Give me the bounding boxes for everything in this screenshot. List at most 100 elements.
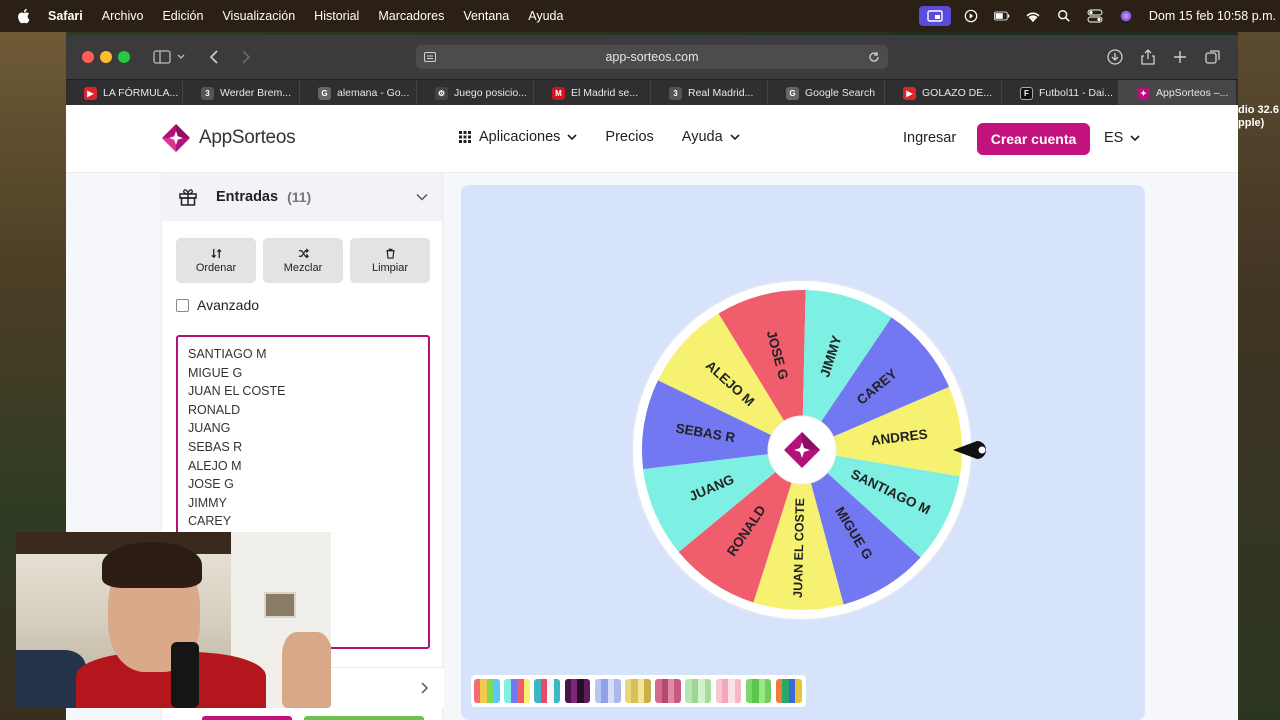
menu-app-name[interactable]: Safari xyxy=(48,9,83,23)
menu-edicion[interactable]: Edición xyxy=(162,9,203,23)
palette-swatch[interactable] xyxy=(594,679,621,703)
palette-swatch[interactable] xyxy=(685,679,712,703)
forward-icon[interactable] xyxy=(238,47,254,67)
entries-actions: Ordenar Mezclar Limpiar xyxy=(176,238,437,283)
sidebar-toggle-icon[interactable] xyxy=(152,47,186,67)
entry-line: JIMMY xyxy=(188,495,227,510)
gift-icon xyxy=(179,189,197,206)
green-button-edge[interactable] xyxy=(304,716,424,720)
macos-menubar: Safari Archivo Edición Visualización His… xyxy=(0,0,1280,32)
entry-line: JUAN EL COSTE xyxy=(188,384,286,399)
language-selector[interactable]: ES xyxy=(1104,130,1140,146)
url-text[interactable]: app-sorteos.com xyxy=(605,50,698,64)
close-window-button[interactable] xyxy=(82,51,94,63)
browser-tab[interactable]: G Google Search xyxy=(768,80,885,106)
grid-icon xyxy=(459,131,471,143)
back-icon[interactable] xyxy=(206,47,222,67)
browser-tab[interactable]: 3 Werder Brem... xyxy=(183,80,300,106)
sort-button[interactable]: Ordenar xyxy=(176,238,256,283)
page-menu-icon[interactable] xyxy=(424,52,436,62)
search-icon[interactable] xyxy=(1056,9,1072,23)
apple-icon[interactable] xyxy=(16,8,34,24)
nav-precios[interactable]: Precios xyxy=(605,129,653,145)
wifi-icon[interactable] xyxy=(1025,9,1041,23)
entry-line: JOSE G xyxy=(188,477,234,492)
tab-label: El Madrid se... xyxy=(571,87,639,99)
browser-tab[interactable]: Galemana - Go... xyxy=(300,80,417,106)
palette-swatch[interactable] xyxy=(715,679,742,703)
spin-wheel[interactable]: ANDRESSANTIAGO MMIGUE GJUAN EL COSTERONA… xyxy=(631,279,973,621)
browser-tab[interactable]: F Futbol11 - Dai... xyxy=(1002,80,1119,106)
palette-swatch[interactable] xyxy=(474,679,500,703)
entries-panel-header[interactable]: Entradas (11) xyxy=(162,173,442,221)
palette-swatch[interactable] xyxy=(534,679,561,703)
nav-aplicaciones[interactable]: Aplicaciones xyxy=(459,129,577,145)
pink-button-edge[interactable] xyxy=(202,716,292,720)
wheel-area: ANDRES SANTIAGO M MIGUE G JUAN EL COSTE RONA… xyxy=(461,185,1145,720)
tab-label: Real Madrid... xyxy=(688,87,754,99)
battery-icon[interactable] xyxy=(993,9,1010,23)
address-bar[interactable]: app-sorteos.com xyxy=(416,45,888,69)
palette-swatch[interactable] xyxy=(564,679,591,703)
zoom-window-button[interactable] xyxy=(118,51,130,63)
palette-color-stripe xyxy=(795,679,802,703)
browser-tab[interactable]: ⚙ Juego posicio... xyxy=(417,80,534,106)
entry-line: SEBAS R xyxy=(188,439,243,454)
palette-swatch[interactable] xyxy=(504,679,530,703)
browser-tab-active[interactable]: ✦ AppSorteos –... xyxy=(1119,80,1236,106)
share-icon[interactable] xyxy=(1139,47,1157,67)
browser-tab[interactable]: ▶ GOLAZO DE... xyxy=(885,80,1002,106)
palette-color-stripe xyxy=(583,679,591,703)
signup-button[interactable]: Crear cuenta xyxy=(977,123,1090,155)
microphone xyxy=(171,642,199,708)
sort-label: Ordenar xyxy=(195,261,237,274)
palette-swatch[interactable] xyxy=(745,679,772,703)
screen-recording-icon[interactable] xyxy=(918,6,951,26)
palette-swatch[interactable] xyxy=(624,679,651,703)
entry-line: ALEJO M xyxy=(188,458,242,473)
menu-ayuda[interactable]: Ayuda xyxy=(528,9,563,23)
menu-historial[interactable]: Historial xyxy=(314,9,359,23)
shuffle-button[interactable]: Mezclar xyxy=(263,238,343,283)
control-center-icon[interactable] xyxy=(1087,9,1103,23)
palette-swatch[interactable] xyxy=(775,679,802,703)
clear-button[interactable]: Limpiar xyxy=(350,238,430,283)
tab-label: AppSorteos –... xyxy=(1156,87,1229,99)
advanced-checkbox[interactable] xyxy=(176,298,189,312)
new-tab-icon[interactable] xyxy=(1172,47,1188,67)
desktop-widget-text: dio 32.6 pple) xyxy=(1238,104,1280,130)
color-palette xyxy=(471,675,806,707)
tab-overview-icon[interactable] xyxy=(1204,47,1222,67)
siri-icon[interactable] xyxy=(1118,9,1134,23)
menu-marcadores[interactable]: Marcadores xyxy=(378,9,444,23)
chevron-right-icon xyxy=(421,682,429,694)
browser-tab[interactable]: 3 Real Madrid... xyxy=(651,80,768,106)
chevron-down-icon[interactable] xyxy=(416,191,428,203)
tab-label: alemana - Go... xyxy=(337,87,410,99)
youtube-icon: ▶ xyxy=(903,86,916,100)
tab-label: Google Search xyxy=(805,87,876,99)
login-link[interactable]: Ingresar xyxy=(903,130,956,146)
site-favicon-icon: F xyxy=(1020,86,1033,100)
entry-line: JUANG xyxy=(188,421,231,436)
downloads-icon[interactable] xyxy=(1106,47,1124,67)
minimize-window-button[interactable] xyxy=(100,51,112,63)
youtube-icon: ▶ xyxy=(84,86,97,100)
browser-tab[interactable]: ▶ LA FÓRMULA... xyxy=(66,80,183,106)
advanced-toggle[interactable]: Avanzado xyxy=(176,297,259,313)
browser-tab[interactable]: M El Madrid se... xyxy=(534,80,651,106)
menu-ventana[interactable]: Ventana xyxy=(463,9,509,23)
reload-icon[interactable] xyxy=(868,51,880,63)
menubar-clock[interactable]: Dom 15 feb 10:58 p.m. xyxy=(1149,9,1276,23)
menu-visualizacion[interactable]: Visualización xyxy=(222,9,295,23)
palette-color-stripe xyxy=(644,679,651,703)
person-hair xyxy=(102,542,202,588)
webcam-overlay xyxy=(16,532,331,708)
menu-archivo[interactable]: Archivo xyxy=(102,9,144,23)
chevron-down-icon xyxy=(730,134,740,141)
site-logo[interactable]: AppSorteos xyxy=(160,122,296,154)
nav-ayuda[interactable]: Ayuda xyxy=(682,129,740,145)
clear-label: Limpiar xyxy=(371,261,409,274)
palette-swatch[interactable] xyxy=(655,679,681,703)
play-circle-icon[interactable] xyxy=(963,9,979,23)
